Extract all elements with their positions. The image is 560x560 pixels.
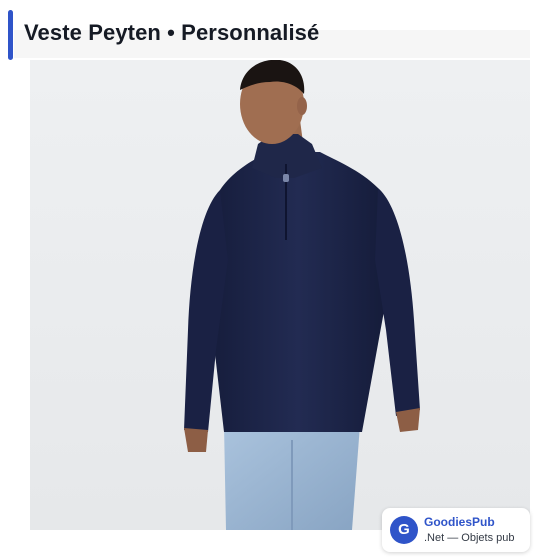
brand-badge[interactable]: G GoodiesPub .Net — Objets pub (382, 508, 530, 552)
brand-logo-icon: G (390, 516, 418, 544)
title-accent-bar (8, 10, 13, 60)
product-image (30, 60, 530, 530)
page-title: Veste Peyten • Personnalisé (24, 20, 320, 45)
brand-name: GoodiesPub (424, 515, 495, 529)
brand-tagline: .Net — Objets pub (424, 532, 515, 544)
